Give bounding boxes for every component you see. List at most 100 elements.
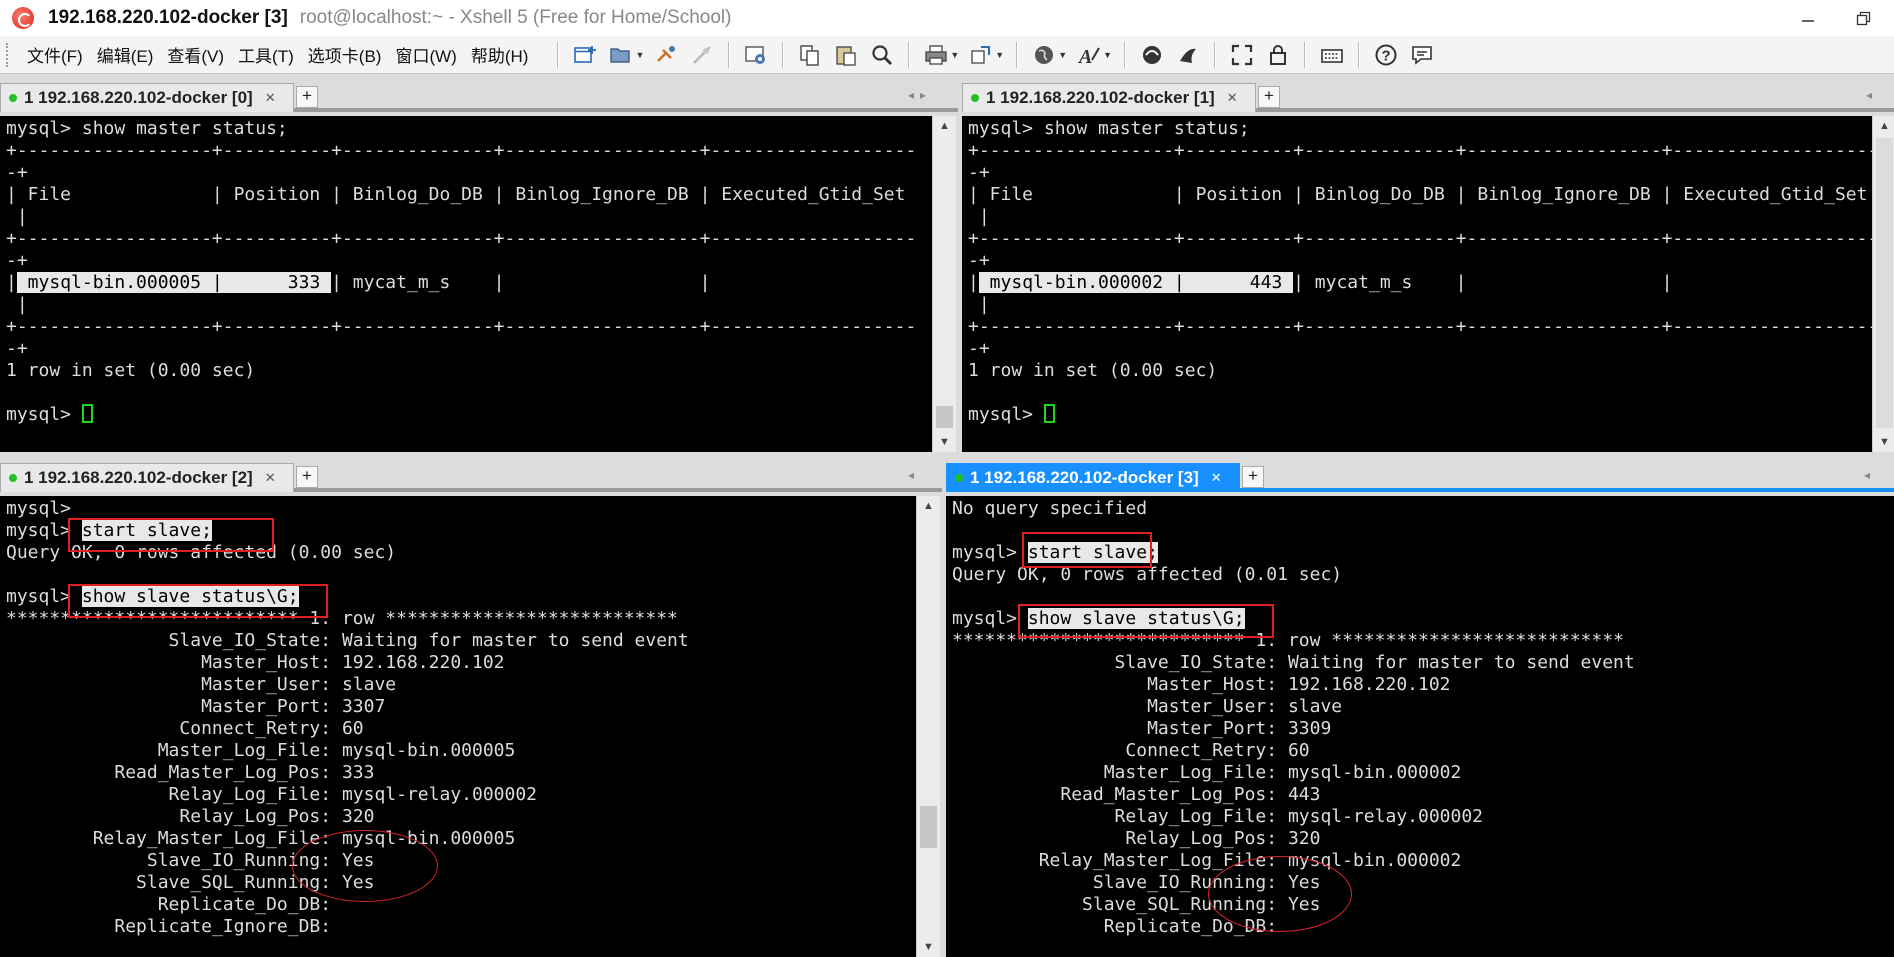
scroll-thumb[interactable] (1876, 138, 1893, 428)
menu-toolbar: 文件(F) 编辑(E) 查看(V) 工具(T) 选项卡(B) 窗口(W) 帮助(… (0, 36, 1894, 74)
terminal-output[interactable]: mysql> show master status; +------------… (962, 116, 1872, 452)
connected-status-icon (9, 474, 17, 482)
title-bar: 192.168.220.102-docker [3] root@localhos… (0, 0, 1894, 36)
tab-scroll-arrows[interactable]: ◂ (1866, 88, 1878, 102)
terminal-text: mysql> show master status; +------------… (6, 118, 917, 425)
restore-icon (1856, 11, 1871, 26)
toolbar-separator (1124, 41, 1127, 68)
minimize-button[interactable] (1780, 0, 1836, 36)
menu-window[interactable]: 窗口(W) (388, 42, 463, 67)
properties-icon[interactable] (743, 42, 769, 68)
xshell-logo-icon (12, 7, 34, 29)
vertical-scrollbar[interactable]: ▲ ▼ (916, 496, 940, 957)
tab-session-2[interactable]: 1 192.168.220.102-docker [2] ✕ (0, 463, 294, 492)
vertical-scrollbar[interactable]: ▲ ▼ (932, 116, 956, 452)
terminal-pane-3: 1 192.168.220.102-docker [3] ✕ + ◂ No qu… (946, 460, 1894, 957)
annotation-box-start-slave (1022, 532, 1152, 568)
annotation-box-start-slave (68, 518, 274, 552)
terminal-text: mysql> show master status; +------------… (968, 118, 1872, 425)
svg-text:A: A (1077, 46, 1092, 67)
terminal-text: mysql> mysql> start slave; Query OK, 0 r… (6, 498, 689, 937)
toolbar-separator (782, 41, 785, 68)
menu-view[interactable]: 查看(V) (160, 42, 231, 67)
font-icon[interactable]: A (1076, 42, 1102, 68)
close-tab-icon[interactable]: ✕ (265, 90, 276, 106)
terminal-pane-0: 1 192.168.220.102-docker [0] ✕ + ◂▸ mysq… (0, 80, 958, 452)
new-session-icon[interactable] (572, 42, 598, 68)
close-tab-icon[interactable]: ✕ (1227, 90, 1238, 106)
svg-text:?: ? (1382, 47, 1391, 64)
lock-icon[interactable] (1265, 42, 1291, 68)
copy-icon[interactable] (797, 42, 823, 68)
reconnect-icon[interactable] (653, 42, 679, 68)
tab-label: 1 192.168.220.102-docker [0] (24, 88, 253, 107)
menu-tabs[interactable]: 选项卡(B) (301, 42, 389, 67)
scroll-down-icon[interactable]: ▼ (1873, 432, 1894, 452)
terminal-output[interactable]: mysql> show master status; +------------… (0, 116, 932, 452)
globe-icon[interactable] (1031, 42, 1057, 68)
xftp-icon[interactable] (1139, 42, 1165, 68)
terminal-output[interactable]: mysql> mysql> start slave; Query OK, 0 r… (0, 496, 916, 957)
print-dropdown-icon[interactable]: ▼ (950, 50, 959, 60)
terminal-pane-2: 1 192.168.220.102-docker [2] ✕ + ◂ mysql… (0, 460, 942, 957)
disconnect-icon[interactable] (689, 42, 715, 68)
menu-grip[interactable] (6, 42, 10, 67)
toolbar-separator (1016, 41, 1019, 68)
add-tab-button[interactable]: + (296, 466, 318, 488)
tab-bar: 1 192.168.220.102-docker [2] ✕ + ◂ (0, 460, 942, 492)
transfer-icon[interactable] (968, 42, 994, 68)
menu-help[interactable]: 帮助(H) (464, 42, 536, 67)
scroll-up-icon[interactable]: ▲ (1873, 116, 1894, 136)
tab-label: 1 192.168.220.102-docker [2] (24, 468, 253, 487)
scroll-down-icon[interactable]: ▼ (917, 937, 940, 957)
globe-dropdown-icon[interactable]: ▼ (1058, 50, 1067, 60)
tab-session-1[interactable]: 1 192.168.220.102-docker [1] ✕ (962, 83, 1256, 112)
close-tab-icon[interactable]: ✕ (265, 470, 276, 486)
scroll-thumb[interactable] (936, 406, 953, 428)
toolbar-separator (1358, 41, 1361, 68)
menu-file[interactable]: 文件(F) (20, 42, 90, 67)
tab-scroll-arrows[interactable]: ◂ (1864, 468, 1876, 482)
scroll-thumb[interactable] (920, 806, 937, 848)
fullscreen-icon[interactable] (1229, 42, 1255, 68)
tab-session-0[interactable]: 1 192.168.220.102-docker [0] ✕ (0, 83, 294, 112)
vertical-scrollbar[interactable]: ▲ ▼ (1872, 116, 1894, 452)
window-title: 192.168.220.102-docker [3] (48, 7, 288, 28)
tab-label: 1 192.168.220.102-docker [1] (986, 88, 1215, 107)
menu-tools[interactable]: 工具(T) (231, 42, 301, 67)
scroll-up-icon[interactable]: ▲ (917, 496, 940, 516)
toolbar-separator (1214, 41, 1217, 68)
restore-button[interactable] (1836, 0, 1892, 36)
xagent-icon[interactable] (1175, 42, 1201, 68)
scroll-down-icon[interactable]: ▼ (933, 432, 956, 452)
tab-scroll-arrows[interactable]: ◂▸ (908, 88, 932, 102)
scroll-up-icon[interactable]: ▲ (933, 116, 956, 136)
font-dropdown-icon[interactable]: ▼ (1103, 50, 1112, 60)
open-folder-dropdown-icon[interactable]: ▼ (635, 50, 644, 60)
connected-status-icon (955, 474, 963, 482)
close-tab-icon[interactable]: ✕ (1211, 470, 1222, 486)
add-tab-button[interactable]: + (1258, 86, 1280, 108)
tab-label: 1 192.168.220.102-docker [3] (970, 468, 1199, 487)
terminal-cursor (81, 404, 93, 423)
paste-icon[interactable] (833, 42, 859, 68)
terminal-pane-1: 1 192.168.220.102-docker [1] ✕ + ◂ mysql… (962, 80, 1894, 452)
terminal-cursor (1043, 404, 1055, 423)
help-icon[interactable]: ? (1373, 42, 1399, 68)
annotation-ellipse-running (1208, 856, 1352, 932)
find-icon[interactable] (869, 42, 895, 68)
toolbar-separator (728, 41, 731, 68)
transfer-dropdown-icon[interactable]: ▼ (995, 50, 1004, 60)
open-folder-icon[interactable] (608, 42, 634, 68)
menu-edit[interactable]: 编辑(E) (90, 42, 161, 67)
annotation-ellipse-running (292, 830, 438, 902)
tab-session-3[interactable]: 1 192.168.220.102-docker [3] ✕ (946, 463, 1240, 492)
add-tab-button[interactable]: + (1242, 466, 1264, 488)
keyboard-icon[interactable] (1319, 42, 1345, 68)
add-tab-button[interactable]: + (296, 86, 318, 108)
annotation-box-show-slave-status (68, 584, 328, 618)
window-subtitle: root@localhost:~ - Xshell 5 (Free for Ho… (299, 7, 732, 28)
chat-icon[interactable] (1409, 42, 1435, 68)
tab-scroll-arrows[interactable]: ◂ (908, 468, 920, 482)
print-icon[interactable] (923, 42, 949, 68)
